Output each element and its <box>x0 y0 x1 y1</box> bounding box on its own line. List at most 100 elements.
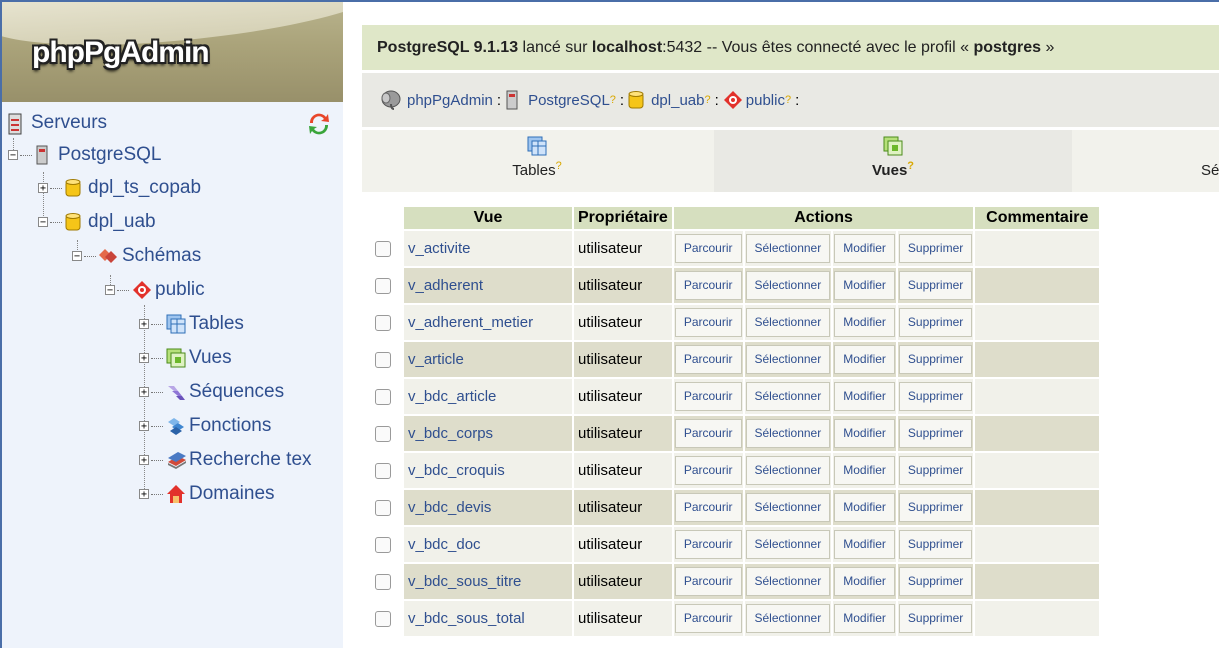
refresh-icon[interactable] <box>306 111 332 137</box>
row-checkbox[interactable] <box>375 500 391 517</box>
drop-button[interactable]: Supprimer <box>898 308 973 337</box>
row-checkbox[interactable] <box>375 611 391 628</box>
select-button[interactable]: Sélectionner <box>745 308 831 337</box>
help-link[interactable]: ? <box>907 160 914 172</box>
select-button[interactable]: Sélectionner <box>745 604 831 633</box>
tab-views[interactable]: Vues? <box>714 130 1072 192</box>
select-button[interactable]: Sélectionner <box>745 567 831 596</box>
select-button[interactable]: Sélectionner <box>745 234 831 263</box>
alter-button[interactable]: Modifier <box>834 604 895 633</box>
alter-button[interactable]: Modifier <box>834 493 895 522</box>
view-name-link[interactable]: v_article <box>408 351 464 368</box>
browse-button[interactable]: Parcourir <box>674 382 742 411</box>
collapse-icon[interactable]: − <box>8 150 18 161</box>
row-checkbox[interactable] <box>375 574 391 591</box>
tree-item-views[interactable]: + Vues <box>139 342 232 374</box>
collapse-icon[interactable]: − <box>38 217 48 228</box>
alter-button[interactable]: Modifier <box>834 567 895 596</box>
drop-button[interactable]: Supprimer <box>898 419 973 448</box>
view-name-link[interactable]: v_bdc_doc <box>408 536 481 553</box>
browse-button[interactable]: Parcourir <box>674 456 742 485</box>
tree-item-tables[interactable]: + Tables <box>139 308 244 340</box>
collapse-icon[interactable]: − <box>72 251 82 262</box>
tree-item-schemas[interactable]: − Schémas <box>72 240 201 272</box>
help-link[interactable]: ? <box>556 160 562 172</box>
help-link[interactable]: ? <box>704 94 710 106</box>
row-checkbox[interactable] <box>375 389 391 406</box>
tree-item-domains[interactable]: + Domaines <box>139 478 275 510</box>
row-checkbox[interactable] <box>375 278 391 295</box>
alter-button[interactable]: Modifier <box>834 234 895 263</box>
browse-button[interactable]: Parcourir <box>674 493 742 522</box>
browse-button[interactable]: Parcourir <box>674 271 742 300</box>
column-header-comment[interactable]: Commentaire <box>975 207 1100 229</box>
tree-item-sequences[interactable]: + Séquences <box>139 376 284 408</box>
drop-button[interactable]: Supprimer <box>898 382 973 411</box>
column-header-vue[interactable]: Vue <box>404 207 572 229</box>
browse-button[interactable]: Parcourir <box>674 567 742 596</box>
row-checkbox[interactable] <box>375 463 391 480</box>
tree-item-server-postgresql[interactable]: − PostgreSQL <box>8 139 162 171</box>
select-button[interactable]: Sélectionner <box>745 419 831 448</box>
breadcrumb-schema[interactable]: public <box>746 92 785 109</box>
view-name-link[interactable]: v_adherent_metier <box>408 314 533 331</box>
alter-button[interactable]: Modifier <box>834 419 895 448</box>
view-name-link[interactable]: v_bdc_devis <box>408 499 491 516</box>
logo[interactable]: phpPgAdmin <box>0 0 343 102</box>
drop-button[interactable]: Supprimer <box>898 493 973 522</box>
view-name-link[interactable]: v_bdc_corps <box>408 425 493 442</box>
row-checkbox[interactable] <box>375 426 391 443</box>
breadcrumb-phppgadmin[interactable]: phpPgAdmin <box>407 92 493 109</box>
browse-button[interactable]: Parcourir <box>674 345 742 374</box>
tree-item-schema-public[interactable]: − public <box>105 274 205 306</box>
alter-button[interactable]: Modifier <box>834 308 895 337</box>
help-link[interactable]: ? <box>610 94 616 106</box>
drop-button[interactable]: Supprimer <box>898 530 973 559</box>
tree-item-fulltext-search[interactable]: + Recherche tex <box>139 444 312 476</box>
alter-button[interactable]: Modifier <box>834 456 895 485</box>
browse-button[interactable]: Parcourir <box>674 530 742 559</box>
tab-tables[interactable]: Tables? <box>362 130 712 192</box>
view-name-link[interactable]: v_activite <box>408 240 471 257</box>
select-button[interactable]: Sélectionner <box>745 382 831 411</box>
alter-button[interactable]: Modifier <box>834 345 895 374</box>
expand-icon[interactable]: + <box>38 183 48 194</box>
row-checkbox[interactable] <box>375 537 391 554</box>
expand-icon[interactable]: + <box>139 353 149 364</box>
column-header-owner[interactable]: Propriétaire <box>574 207 672 229</box>
expand-icon[interactable]: + <box>139 489 149 500</box>
tree-item-database[interactable]: + dpl_ts_copab <box>38 172 201 204</box>
select-button[interactable]: Sélectionner <box>745 530 831 559</box>
breadcrumb-database[interactable]: dpl_uab <box>651 92 704 109</box>
expand-icon[interactable]: + <box>139 421 149 432</box>
tree-item-functions[interactable]: + Fonctions <box>139 410 271 442</box>
browse-button[interactable]: Parcourir <box>674 604 742 633</box>
drop-button[interactable]: Supprimer <box>898 234 973 263</box>
select-button[interactable]: Sélectionner <box>745 345 831 374</box>
row-checkbox[interactable] <box>375 315 391 332</box>
select-button[interactable]: Sélectionner <box>745 456 831 485</box>
tab-sequences[interactable]: Sé <box>1074 130 1219 192</box>
browse-button[interactable]: Parcourir <box>674 308 742 337</box>
drop-button[interactable]: Supprimer <box>898 456 973 485</box>
view-name-link[interactable]: v_bdc_sous_titre <box>408 573 521 590</box>
alter-button[interactable]: Modifier <box>834 271 895 300</box>
tree-item-servers[interactable]: Serveurs <box>8 107 107 139</box>
browse-button[interactable]: Parcourir <box>674 419 742 448</box>
expand-icon[interactable]: + <box>139 455 149 466</box>
view-name-link[interactable]: v_bdc_sous_total <box>408 610 525 627</box>
expand-icon[interactable]: + <box>139 387 149 398</box>
breadcrumb-server[interactable]: PostgreSQL <box>528 92 610 109</box>
expand-icon[interactable]: + <box>139 319 149 330</box>
browse-button[interactable]: Parcourir <box>674 234 742 263</box>
tree-item-database[interactable]: − dpl_uab <box>38 206 156 238</box>
help-link[interactable]: ? <box>785 94 791 106</box>
view-name-link[interactable]: v_bdc_croquis <box>408 462 505 479</box>
alter-button[interactable]: Modifier <box>834 382 895 411</box>
alter-button[interactable]: Modifier <box>834 530 895 559</box>
view-name-link[interactable]: v_adherent <box>408 277 483 294</box>
drop-button[interactable]: Supprimer <box>898 271 973 300</box>
drop-button[interactable]: Supprimer <box>898 345 973 374</box>
select-button[interactable]: Sélectionner <box>745 493 831 522</box>
row-checkbox[interactable] <box>375 241 391 258</box>
